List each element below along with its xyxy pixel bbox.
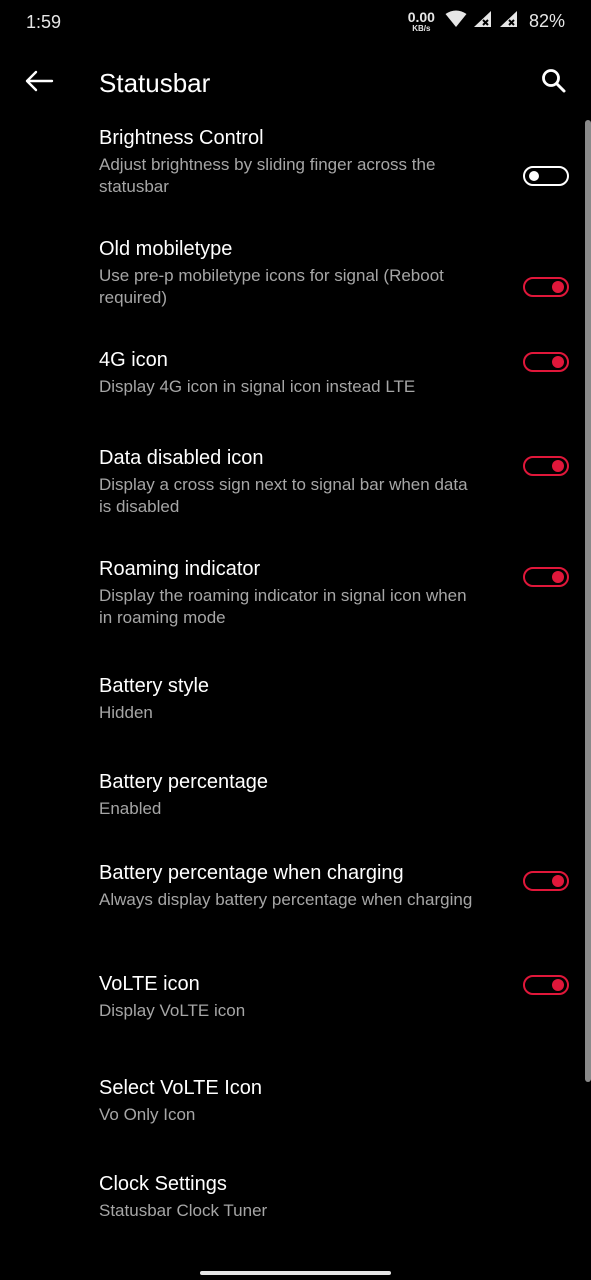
status-icons: 0.00 KB/s 82% (408, 10, 565, 33)
setting-4g-icon[interactable]: 4G icon Display 4G icon in signal icon i… (0, 346, 591, 444)
setting-roaming-indicator[interactable]: Roaming indicator Display the roaming in… (0, 555, 591, 672)
setting-battery-style[interactable]: Battery style Hidden (0, 672, 591, 768)
setting-title: Battery percentage when charging (99, 862, 404, 884)
wifi-icon (445, 10, 467, 33)
4g-icon-toggle[interactable] (523, 352, 569, 372)
settings-list: Brightness Control Adjust brightness by … (0, 124, 591, 1250)
data-disabled-icon-toggle[interactable] (523, 456, 569, 476)
setting-title: Data disabled icon (99, 447, 264, 469)
setting-subtitle: Statusbar Clock Tuner (99, 1201, 268, 1220)
old-mobiletype-toggle[interactable] (523, 277, 569, 297)
setting-title: Roaming indicator (99, 558, 261, 580)
search-button[interactable] (537, 66, 571, 100)
toggle-knob (552, 571, 564, 583)
roaming-indicator-toggle[interactable] (523, 567, 569, 587)
setting-clock-settings[interactable]: Clock Settings Statusbar Clock Tuner (0, 1170, 591, 1250)
gesture-nav-handle[interactable] (200, 1271, 391, 1275)
scrollbar[interactable] (585, 120, 591, 1082)
search-icon (541, 68, 567, 99)
setting-subtitle: Adjust brightness by sliding finger acro… (99, 155, 436, 196)
toggle-knob (552, 979, 564, 991)
toggle-knob (552, 875, 564, 887)
toggle-knob (529, 171, 539, 181)
brightness-control-toggle[interactable] (523, 166, 569, 186)
toggle-knob (552, 281, 564, 293)
toggle-knob (552, 356, 564, 368)
app-bar: Statusbar (0, 56, 591, 112)
setting-subtitle: Use pre-p mobiletype icons for signal (R… (99, 266, 444, 307)
setting-title: VoLTE icon (99, 973, 200, 995)
network-speed-unit: KB/s (412, 24, 431, 33)
network-speed: 0.00 KB/s (408, 10, 435, 33)
arrow-left-icon (24, 70, 54, 97)
back-button[interactable] (22, 66, 56, 100)
setting-title: Brightness Control (99, 127, 264, 149)
setting-title: Select VoLTE Icon (99, 1077, 263, 1099)
status-time: 1:59 (26, 12, 62, 32)
setting-subtitle: Display VoLTE icon (99, 1001, 246, 1020)
setting-subtitle: Display 4G icon in signal icon instead L… (99, 377, 416, 396)
toggle-knob (552, 460, 564, 472)
setting-title: Battery percentage (99, 771, 268, 793)
setting-volte-icon[interactable]: VoLTE icon Display VoLTE icon (0, 970, 591, 1074)
signal-x-icon (473, 10, 493, 33)
battery-percentage-charging-toggle[interactable] (523, 871, 569, 891)
setting-title: Battery style (99, 675, 210, 697)
setting-select-volte-icon[interactable]: Select VoLTE Icon Vo Only Icon (0, 1074, 591, 1170)
setting-title: 4G icon (99, 349, 168, 371)
setting-brightness-control[interactable]: Brightness Control Adjust brightness by … (0, 124, 591, 235)
setting-subtitle: Always display battery percentage when c… (99, 890, 473, 909)
setting-battery-percentage[interactable]: Battery percentage Enabled (0, 768, 591, 859)
setting-subtitle: Enabled (99, 799, 162, 818)
setting-subtitle: Display a cross sign next to signal bar … (99, 475, 468, 516)
setting-data-disabled-icon[interactable]: Data disabled icon Display a cross sign … (0, 444, 591, 555)
setting-subtitle: Vo Only Icon (99, 1105, 196, 1124)
signal-x-icon (499, 10, 519, 33)
battery-level: 82% (528, 11, 565, 31)
setting-title: Clock Settings (99, 1173, 227, 1195)
volte-icon-toggle[interactable] (523, 975, 569, 995)
setting-battery-percentage-charging[interactable]: Battery percentage when charging Always … (0, 859, 591, 970)
setting-subtitle: Display the roaming indicator in signal … (99, 586, 467, 627)
setting-old-mobiletype[interactable]: Old mobiletype Use pre-p mobiletype icon… (0, 235, 591, 346)
network-speed-value: 0.00 (407, 9, 435, 25)
setting-title: Old mobiletype (99, 238, 233, 260)
setting-subtitle: Hidden (99, 703, 153, 722)
status-bar: 1:59 0.00 KB/s 82% (0, 0, 591, 46)
page-title: Statusbar (99, 68, 211, 98)
